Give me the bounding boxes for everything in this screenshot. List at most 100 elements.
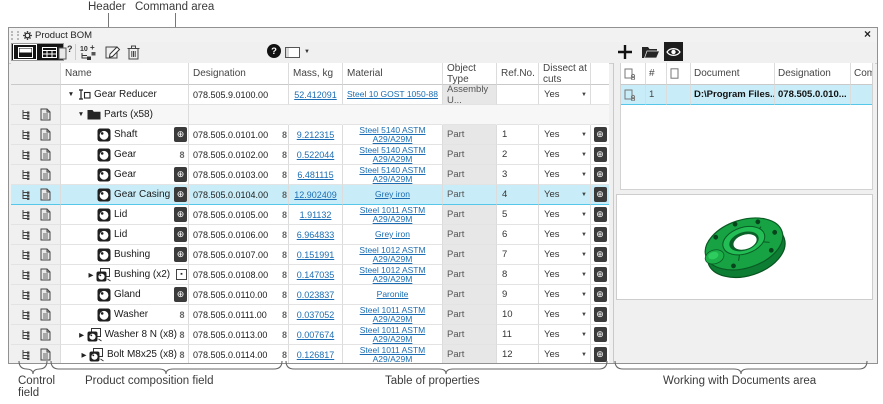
mass-link[interactable]: 0.151991 — [297, 250, 335, 260]
anchor-badge-icon[interactable]: 8 — [177, 310, 187, 320]
material-cell[interactable]: Grey iron — [343, 185, 443, 205]
material-link[interactable]: Steel 1011 ASTM A29/A29M — [345, 205, 440, 224]
dropdown-arrow-icon[interactable]: ▼ — [581, 152, 587, 158]
table-row[interactable]: Bushing ⊕ 078.505.0.0107.00 8 0.151991 S… — [11, 245, 609, 265]
mass-cell[interactable]: 0.023837 — [289, 285, 343, 305]
report-document-icon[interactable] — [40, 228, 51, 241]
mass-link[interactable]: 12.902409 — [294, 190, 337, 200]
report-document-icon[interactable] — [40, 208, 51, 221]
material-link[interactable]: Steel 5140 ASTM A29/A29M — [345, 145, 440, 164]
drag-grip-icon[interactable] — [11, 30, 19, 40]
mass-link[interactable]: 6.964833 — [297, 230, 335, 240]
table-row[interactable]: ▼ — [11, 105, 609, 125]
dropdown-arrow-icon[interactable]: ▼ — [581, 132, 587, 138]
material-link[interactable]: Steel 5140 ASTM A29/A29M — [345, 125, 440, 144]
anchor-badge-icon[interactable]: ⊕ — [174, 227, 187, 242]
designation-cell[interactable]: 078.505.0.0103.00 8 — [189, 165, 289, 185]
badge-cell[interactable]: ⊕ — [591, 205, 609, 225]
mass-cell[interactable]: 6.964833 — [289, 225, 343, 245]
window-titlebar[interactable]: Product BOM × — [9, 28, 877, 43]
material-link[interactable]: Paronite — [377, 290, 409, 299]
dissect-cell[interactable]: Yes ▼ — [539, 185, 591, 205]
anchor-badge-icon[interactable]: ⊕ — [593, 167, 607, 182]
badge-cell[interactable]: ⊕ — [591, 245, 609, 265]
col-document[interactable]: Document — [691, 63, 775, 85]
structure-icon[interactable] — [21, 249, 33, 261]
designation-cell[interactable]: 078.505.0.0107.00 8 — [189, 245, 289, 265]
mass-link[interactable]: 0.126817 — [297, 350, 335, 360]
badge-cell[interactable]: ⊕ — [591, 165, 609, 185]
designation-cell[interactable]: 078.505.0.0104.00 8 — [189, 185, 289, 205]
dissect-cell[interactable]: Yes ▼ — [539, 85, 591, 105]
expander-icon[interactable]: ▶ — [79, 351, 89, 359]
badge-cell[interactable]: ⊕ — [591, 225, 609, 245]
report-document-icon[interactable] — [40, 108, 51, 121]
add-document-button[interactable] — [617, 42, 633, 62]
anchor-badge-icon[interactable]: ⊕ — [593, 307, 607, 322]
anchor-badge-icon[interactable]: ⊕ — [174, 127, 187, 142]
mass-cell[interactable]: 12.902409 — [289, 185, 343, 205]
mass-cell[interactable]: 0.037052 — [289, 305, 343, 325]
report-document-icon[interactable] — [40, 348, 51, 361]
name-cell[interactable]: Gland ⊕ — [61, 285, 189, 305]
mass-link[interactable]: 9.212315 — [297, 130, 335, 140]
report-document-icon[interactable] — [40, 188, 51, 201]
col-object-type[interactable]: Object Type — [443, 63, 497, 85]
report-document-icon[interactable] — [40, 168, 51, 181]
structure-icon[interactable] — [21, 189, 33, 201]
col-ref-no[interactable]: Ref.No. — [497, 63, 539, 85]
mass-cell[interactable]: 0.151991 — [289, 245, 343, 265]
material-cell[interactable]: Steel 10 GOST 1050-88 — [343, 85, 443, 105]
material-link[interactable]: Grey iron — [375, 230, 410, 239]
badge-cell[interactable]: ⊕ — [591, 125, 609, 145]
material-cell[interactable] — [343, 105, 443, 125]
col-material[interactable]: Material — [343, 63, 443, 85]
dropdown-arrow-icon[interactable]: ▼ — [581, 252, 587, 258]
anchor-badge-icon[interactable]: ⊕ — [174, 167, 187, 182]
table-row[interactable]: ▶ — [11, 265, 609, 285]
name-cell[interactable]: Lid ⊕ — [61, 225, 189, 245]
material-cell[interactable]: Steel 1011 ASTM A29/A29M — [343, 205, 443, 225]
anchor-badge-icon[interactable]: ⊕ — [593, 147, 607, 162]
dropdown-arrow-icon[interactable]: ▼ — [581, 272, 587, 278]
report-document-icon[interactable] — [40, 128, 51, 141]
structure-icon[interactable] — [21, 149, 33, 161]
dissect-cell[interactable]: Yes ▼ — [539, 125, 591, 145]
edit-button[interactable] — [105, 44, 121, 60]
structure-icon[interactable] — [21, 209, 33, 221]
mass-link[interactable]: 0.147035 — [297, 270, 335, 280]
material-cell[interactable]: Steel 1012 ASTM A29/A29M — [343, 245, 443, 265]
badge-cell[interactable] — [591, 105, 609, 125]
mass-link[interactable]: 0.037052 — [297, 310, 335, 320]
dissect-cell[interactable]: Yes ▼ — [539, 245, 591, 265]
bom-properties-button[interactable]: ? — [58, 44, 73, 60]
anchor-badge-icon[interactable]: ⊕ — [174, 247, 187, 262]
mass-link[interactable]: 0.522044 — [297, 150, 335, 160]
material-link[interactable]: Steel 1011 ASTM A29/A29M — [345, 305, 440, 324]
badge-cell[interactable] — [591, 85, 609, 105]
doc-designation-cell[interactable]: 078.505.0.010... — [775, 85, 851, 105]
designation-cell[interactable]: 078.505.0.0102.00 8 — [189, 145, 289, 165]
designation-cell[interactable]: 078.505.0.0101.00 8 — [189, 125, 289, 145]
material-link[interactable]: Steel 10 GOST 1050-88 — [347, 90, 438, 99]
col-doc-designation[interactable]: Designation — [775, 63, 851, 85]
anchor-badge-icon[interactable]: 8 — [177, 330, 187, 340]
table-row[interactable]: Gland ⊕ 078.505.0.0110.00 8 0.023837 Par… — [11, 285, 609, 305]
col-comment[interactable]: Com... — [851, 63, 872, 85]
expander-icon[interactable]: ▼ — [66, 91, 76, 98]
mass-cell[interactable]: 52.412091 — [289, 85, 343, 105]
material-link[interactable]: Steel 1012 ASTM A29/A29M — [345, 245, 440, 264]
dropdown-arrow-icon[interactable]: ▼ — [581, 352, 587, 358]
anchor-badge-icon[interactable]: ⊕ — [174, 207, 187, 222]
dissect-cell[interactable]: Yes ▼ — [539, 325, 591, 345]
mass-cell[interactable]: 9.212315 — [289, 125, 343, 145]
material-cell[interactable]: Grey iron — [343, 225, 443, 245]
dropdown-arrow-icon[interactable]: ▼ — [581, 92, 587, 98]
designation-cell[interactable]: 078.505.0.0108.00 8 — [189, 265, 289, 285]
dissect-cell[interactable]: Yes ▼ — [539, 205, 591, 225]
table-view-button[interactable] — [38, 45, 60, 59]
table-row[interactable]: Shaft ⊕ 078.505.0.0101.00 8 9.212315 Ste… — [11, 125, 609, 145]
dissect-cell[interactable] — [539, 105, 591, 125]
dropdown-arrow-icon[interactable]: ▼ — [581, 332, 587, 338]
dissect-cell[interactable]: Yes ▼ — [539, 265, 591, 285]
